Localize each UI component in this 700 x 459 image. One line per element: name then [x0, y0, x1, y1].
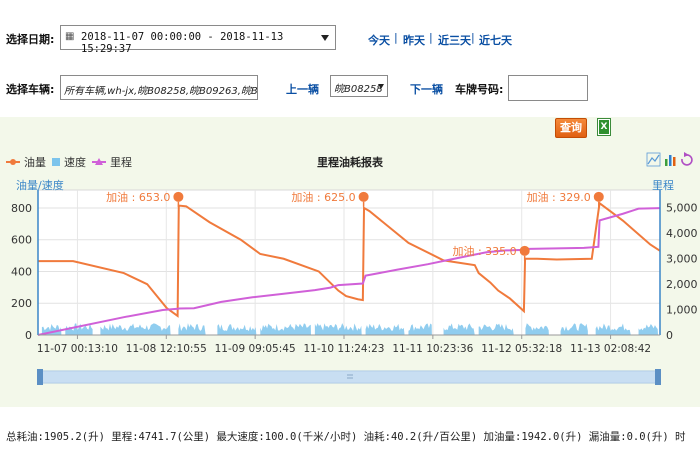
- y-left-tick-label: 200: [11, 297, 32, 310]
- y-left-tick-label: 800: [11, 202, 32, 215]
- date-label: 选择日期:: [6, 33, 55, 46]
- excel-export-icon[interactable]: X: [597, 118, 611, 136]
- mileage-fuel-chart: 0 200 400 600 800 0 1,000 2,000 3,000 4,000 5,000 1…: [6, 152, 698, 385]
- y-left-tick-label: 400: [11, 265, 32, 278]
- left-axis-label: 油量/速度: [16, 178, 64, 192]
- vehicle-filter-row: 选择车辆: 所有车辆,wh-jx,皖B08258,皖B09263,皖B16598…: [0, 72, 700, 104]
- plate-label: 车牌号码:: [455, 83, 504, 96]
- summary-text: 总耗油:1905.2(升) 里程:4741.7(公里) 最大速度:100.0(千…: [6, 431, 686, 443]
- chart-legend: 油量 速度 里程: [6, 155, 132, 169]
- y-left-tick-label: 600: [11, 234, 32, 247]
- bar-chart-icon: [665, 155, 676, 166]
- range-handle-left: [37, 369, 43, 385]
- refuel-label: 加油 : 335.0: [452, 244, 516, 258]
- x-tick-label: 11-10 11:24:23: [303, 343, 384, 355]
- query-button[interactable]: 查询: [555, 118, 587, 138]
- y-right-tick-label: 3,000: [666, 253, 698, 266]
- range-handle-right: [655, 369, 661, 385]
- separator: |: [429, 31, 433, 44]
- date-filter-row: 选择日期: ▦ 2018-11-07 00:00:00 - 2018-11-13…: [0, 22, 700, 55]
- prev-vehicle-link[interactable]: 上一辆: [286, 81, 319, 97]
- chart-grid: [37, 189, 661, 336]
- date-range-picker[interactable]: ▦ 2018-11-07 00:00:00 - 2018-11-13 15:29…: [60, 25, 336, 55]
- legend-speed-marker: [52, 158, 60, 166]
- x-tick-label: 11-13 02:08:42: [570, 343, 651, 355]
- legend-fuel-marker: [10, 159, 16, 165]
- next-vehicle-link[interactable]: 下一辆: [410, 81, 443, 97]
- refuel-marker: [173, 191, 184, 202]
- vehicle-label: 选择车辆:: [6, 83, 55, 96]
- y-right-tick-label: 2,000: [666, 278, 698, 291]
- line-chart-icon: [646, 152, 661, 167]
- link-last-3-days[interactable]: 近三天: [438, 32, 471, 48]
- legend-mileage: 里程: [110, 156, 132, 169]
- x-tick-label: 11-12 05:32:18: [481, 343, 562, 355]
- link-last-7-days[interactable]: 近七天: [479, 32, 512, 48]
- chevron-down-icon: [321, 35, 329, 41]
- legend-speed: 速度: [64, 155, 86, 169]
- y-right-tick-label: 5,000: [666, 202, 698, 215]
- refuel-marker: [593, 191, 604, 202]
- x-tick-label: 11-07 00:13:10: [37, 343, 118, 355]
- x-tick-label: 11-09 09:05:45: [215, 343, 296, 355]
- calendar-icon: ▦: [65, 31, 75, 42]
- refuel-marker: [358, 191, 369, 202]
- refresh-icon: [681, 152, 693, 166]
- y-right-tick-label: 0: [666, 329, 673, 342]
- y-left-tick-label: 0: [25, 329, 32, 342]
- range-selection: [38, 371, 660, 383]
- plate-input[interactable]: [508, 75, 588, 101]
- right-axis-label: 里程: [652, 179, 674, 192]
- refuel-marker: [519, 245, 530, 256]
- x-tick-label: 11-11 10:23:36: [392, 343, 473, 355]
- refuel-label: 加油 : 625.0: [291, 190, 355, 204]
- vehicle-select[interactable]: 皖B08258: [330, 75, 388, 97]
- date-range-value: 2018-11-07 00:00:00 - 2018-11-13 15:29:3…: [81, 31, 284, 55]
- separator: |: [394, 31, 398, 44]
- plot-area: [37, 189, 661, 336]
- refuel-label: 加油 : 653.0: [106, 190, 170, 204]
- chart-title: 里程油耗报表: [317, 155, 384, 169]
- link-yesterday[interactable]: 昨天: [403, 32, 425, 48]
- x-tick-label: 11-08 12:10:55: [126, 343, 207, 355]
- vehicle-multi-select[interactable]: 所有车辆,wh-jx,皖B08258,皖B09263,皖B16598: [60, 75, 258, 100]
- legend-fuel: 油量: [24, 155, 46, 169]
- vehicle-select-selected: 皖B08258: [334, 84, 383, 95]
- refuel-label: 加油 : 329.0: [527, 190, 591, 204]
- vehicle-select-value: 所有车辆,wh-jx,皖B08258,皖B09263,皖B16598: [64, 86, 258, 97]
- chevron-down-icon: [378, 84, 384, 89]
- y-right-tick-label: 4,000: [666, 227, 698, 240]
- link-today[interactable]: 今天: [368, 32, 390, 48]
- separator: |: [471, 31, 475, 44]
- y-right-tick-label: 1,000: [666, 304, 698, 317]
